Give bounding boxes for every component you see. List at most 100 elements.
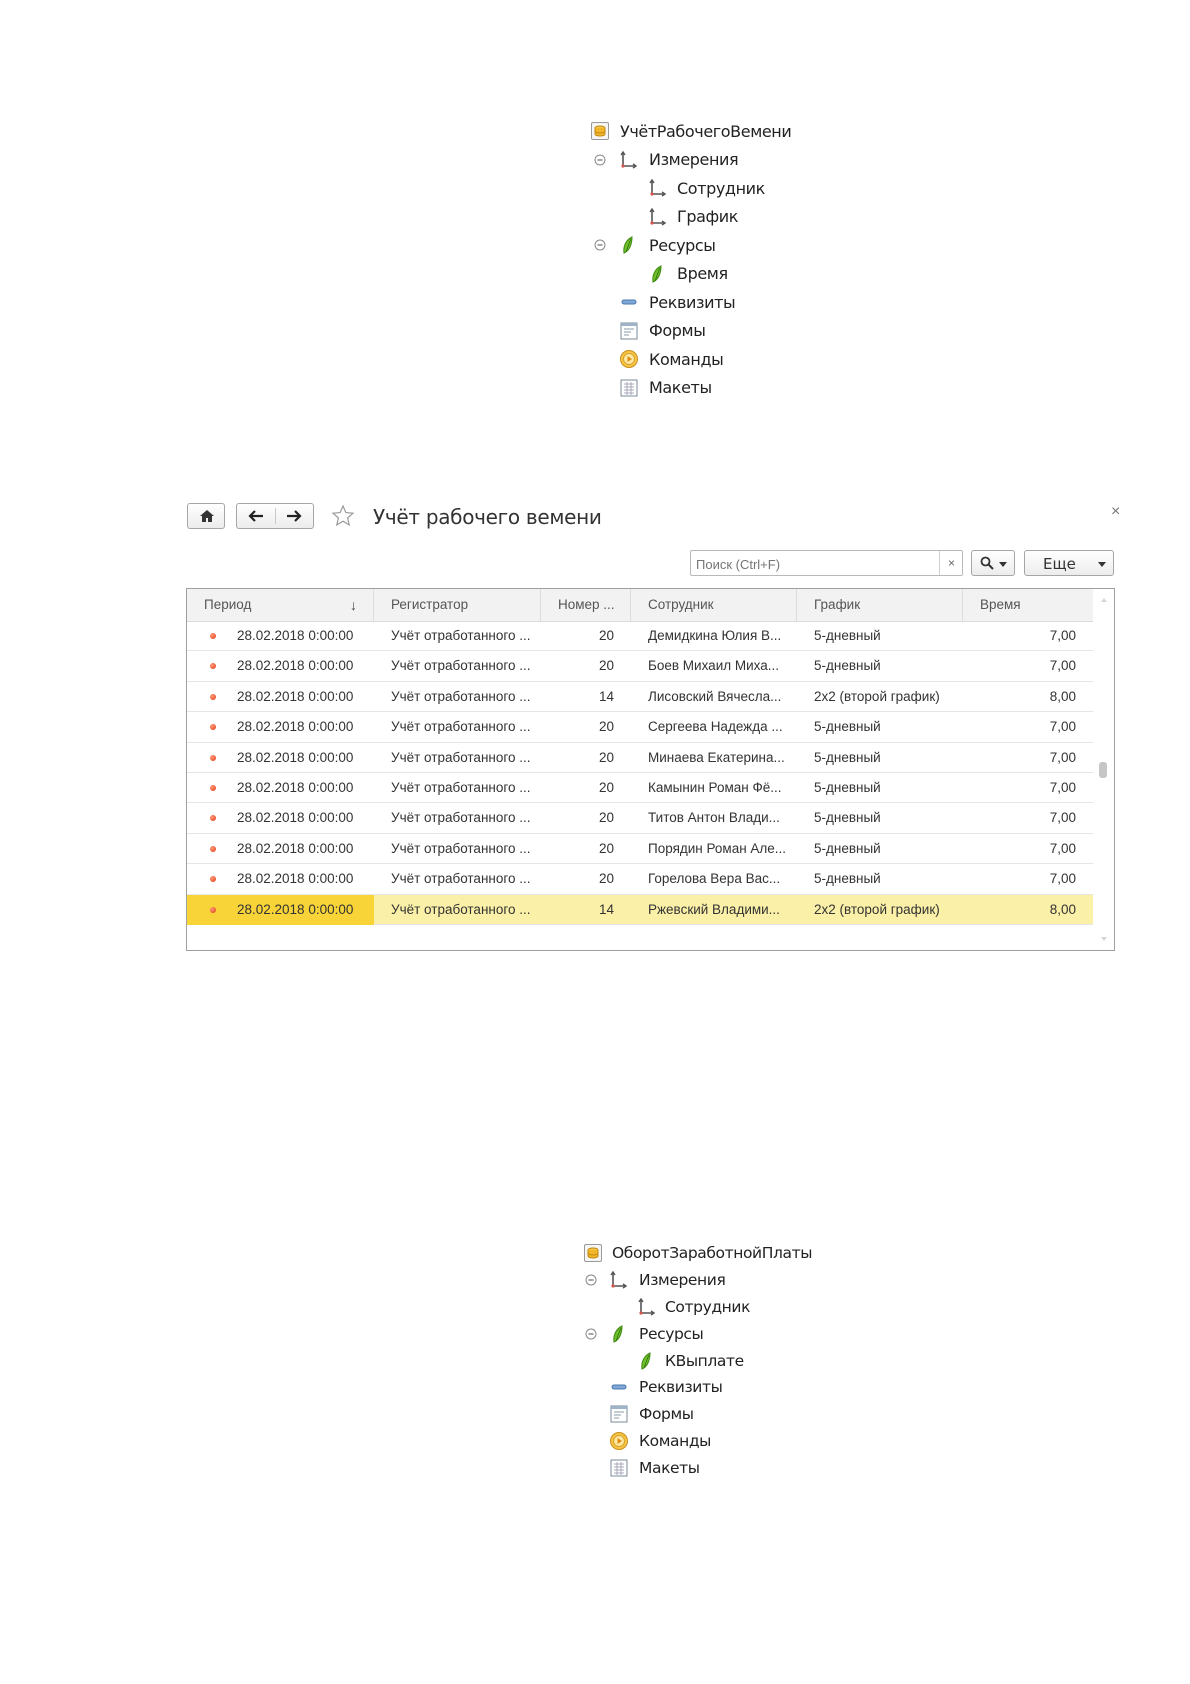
cell-time: 7,00 — [1049, 749, 1076, 765]
cell-registrar: Учёт отработанного ... — [391, 658, 531, 674]
cell-registrar: Учёт отработанного ... — [391, 871, 531, 887]
tree-node-templates[interactable]: Макеты — [583, 1454, 812, 1481]
more-button-label: Еще — [1043, 555, 1076, 573]
search-icon — [980, 556, 994, 570]
close-icon[interactable]: × — [1111, 503, 1120, 521]
scrollbar-thumb[interactable] — [1099, 762, 1107, 778]
tree-node-resources[interactable]: Ресурсы — [583, 1320, 812, 1347]
table-header: Период ↓ Регистратор Номер ... Сотрудник… — [187, 589, 1093, 622]
home-button[interactable] — [187, 503, 225, 529]
table-row[interactable]: 28.02.2018 0:00:00 Учёт отработанного ...… — [187, 834, 1093, 865]
sort-desc-icon: ↓ — [350, 597, 357, 613]
scroll-down-icon[interactable] — [1101, 937, 1107, 941]
cell-employee: Ржевский Владими... — [648, 901, 780, 917]
tree-node-resources[interactable]: Ресурсы — [590, 231, 791, 260]
cell-number: 14 — [598, 901, 614, 917]
record-status-icon — [210, 906, 216, 913]
tree-node-commands[interactable]: Команды — [583, 1428, 812, 1455]
cell-number: 20 — [598, 871, 614, 887]
cell-schedule: 5-дневный — [814, 780, 881, 795]
tree-node-resource-item[interactable]: Время — [590, 260, 791, 289]
register-icon — [590, 121, 610, 141]
collapse-icon[interactable] — [585, 1274, 597, 1286]
tree-node-attributes[interactable]: Реквизиты — [590, 288, 791, 317]
table-row[interactable]: 28.02.2018 0:00:00 Учёт отработанного ...… — [187, 894, 1093, 925]
cell-employee: Лисовский Вячесла... — [648, 688, 782, 704]
cell-time: 7,00 — [1049, 780, 1076, 795]
tree-node-dimension-item[interactable]: Сотрудник — [590, 174, 791, 203]
attribute-icon — [609, 1377, 629, 1397]
column-header-employee[interactable]: Сотрудник — [631, 589, 797, 621]
tree-node-dimension-item[interactable]: Сотрудник — [583, 1294, 812, 1321]
dimension-icon — [619, 150, 639, 170]
divider — [275, 508, 276, 524]
vertical-scrollbar[interactable] — [1093, 589, 1114, 950]
column-header-schedule[interactable]: График — [797, 589, 963, 621]
template-icon — [619, 378, 639, 398]
cell-schedule: 2х2 (второй график) — [814, 901, 940, 917]
record-status-icon — [210, 845, 216, 852]
scroll-up-icon[interactable] — [1101, 598, 1107, 602]
back-arrow-icon[interactable] — [248, 510, 264, 522]
resource-item-label: Время — [677, 264, 728, 284]
column-header-time[interactable]: Время — [963, 589, 1093, 621]
table-row[interactable]: 28.02.2018 0:00:00 Учёт отработанного ...… — [187, 621, 1093, 652]
tree-node-forms[interactable]: Формы — [583, 1401, 812, 1428]
column-header-registrar[interactable]: Регистратор — [374, 589, 541, 621]
table-row[interactable]: 28.02.2018 0:00:00 Учёт отработанного ...… — [187, 682, 1093, 713]
home-icon — [200, 510, 214, 522]
form-title: Учёт рабочего вемени — [373, 505, 602, 529]
tree-node-register[interactable]: ОборотЗаработнойПлаты — [583, 1240, 812, 1267]
table-row[interactable]: 28.02.2018 0:00:00 Учёт отработанного ...… — [187, 803, 1093, 834]
search-input[interactable] — [694, 553, 928, 575]
register-name: УчётРабочегоВемени — [620, 121, 792, 141]
tree-node-dimension-item[interactable]: График — [590, 203, 791, 232]
chevron-down-icon — [999, 562, 1007, 567]
cell-number: 20 — [598, 628, 614, 643]
cell-schedule: 5-дневный — [814, 719, 881, 735]
cell-employee: Горелова Вера Вас... — [648, 871, 781, 887]
column-header-number[interactable]: Номер ... — [541, 589, 631, 621]
tree-node-attributes[interactable]: Реквизиты — [583, 1374, 812, 1401]
tree-node-forms[interactable]: Формы — [590, 317, 791, 346]
dimension-icon — [648, 207, 668, 227]
table-row[interactable]: 28.02.2018 0:00:00 Учёт отработанного ...… — [187, 864, 1093, 895]
table-row[interactable]: 28.02.2018 0:00:00 Учёт отработанного ...… — [187, 651, 1093, 682]
table-row[interactable]: 28.02.2018 0:00:00 Учёт отработанного ...… — [187, 712, 1093, 743]
clear-search-button[interactable]: × — [939, 551, 963, 575]
search-options-button[interactable] — [971, 550, 1015, 576]
tree-node-resource-item[interactable]: КВыплате — [583, 1347, 812, 1374]
cell-registrar: Учёт отработанного ... — [391, 901, 531, 917]
more-button[interactable]: Еще — [1024, 550, 1114, 576]
table-row[interactable]: 28.02.2018 0:00:00 Учёт отработанного ...… — [187, 743, 1093, 773]
cell-registrar: Учёт отработанного ... — [391, 810, 531, 826]
column-header-period[interactable]: Период ↓ — [187, 589, 374, 621]
templates-label: Макеты — [639, 1458, 700, 1477]
forms-label: Формы — [649, 321, 706, 341]
cell-employee: Минаева Екатерина... — [648, 749, 785, 765]
collapse-icon[interactable] — [594, 154, 606, 166]
cell-employee: Титов Антон Влади... — [648, 810, 780, 826]
cell-time: 8,00 — [1049, 688, 1076, 704]
dimension-icon — [637, 1297, 657, 1317]
register-name: ОборотЗаработнойПлаты — [612, 1244, 813, 1263]
favorite-star-icon[interactable] — [331, 504, 355, 528]
tree-node-dimensions[interactable]: Измерения — [590, 146, 791, 175]
register-records-table[interactable]: Период ↓ Регистратор Номер ... Сотрудник… — [186, 588, 1115, 951]
forms-label: Формы — [639, 1405, 694, 1424]
cell-registrar: Учёт отработанного ... — [391, 688, 531, 704]
tree-node-dimensions[interactable]: Измерения — [583, 1267, 812, 1294]
tree-node-commands[interactable]: Команды — [590, 345, 791, 374]
tree-node-templates[interactable]: Макеты — [590, 374, 791, 403]
collapse-icon[interactable] — [594, 239, 606, 251]
cell-schedule: 5-дневный — [814, 749, 881, 765]
cell-number: 14 — [598, 688, 614, 704]
dimensions-label: Измерения — [639, 1271, 726, 1290]
forward-arrow-icon[interactable] — [286, 510, 302, 522]
table-row[interactable]: 28.02.2018 0:00:00 Учёт отработанного ...… — [187, 773, 1093, 804]
cell-registrar: Учёт отработанного ... — [391, 749, 531, 765]
attributes-label: Реквизиты — [649, 292, 736, 312]
cell-time: 8,00 — [1049, 901, 1076, 917]
tree-node-register[interactable]: УчётРабочегоВемени — [590, 117, 792, 146]
collapse-icon[interactable] — [585, 1328, 597, 1340]
